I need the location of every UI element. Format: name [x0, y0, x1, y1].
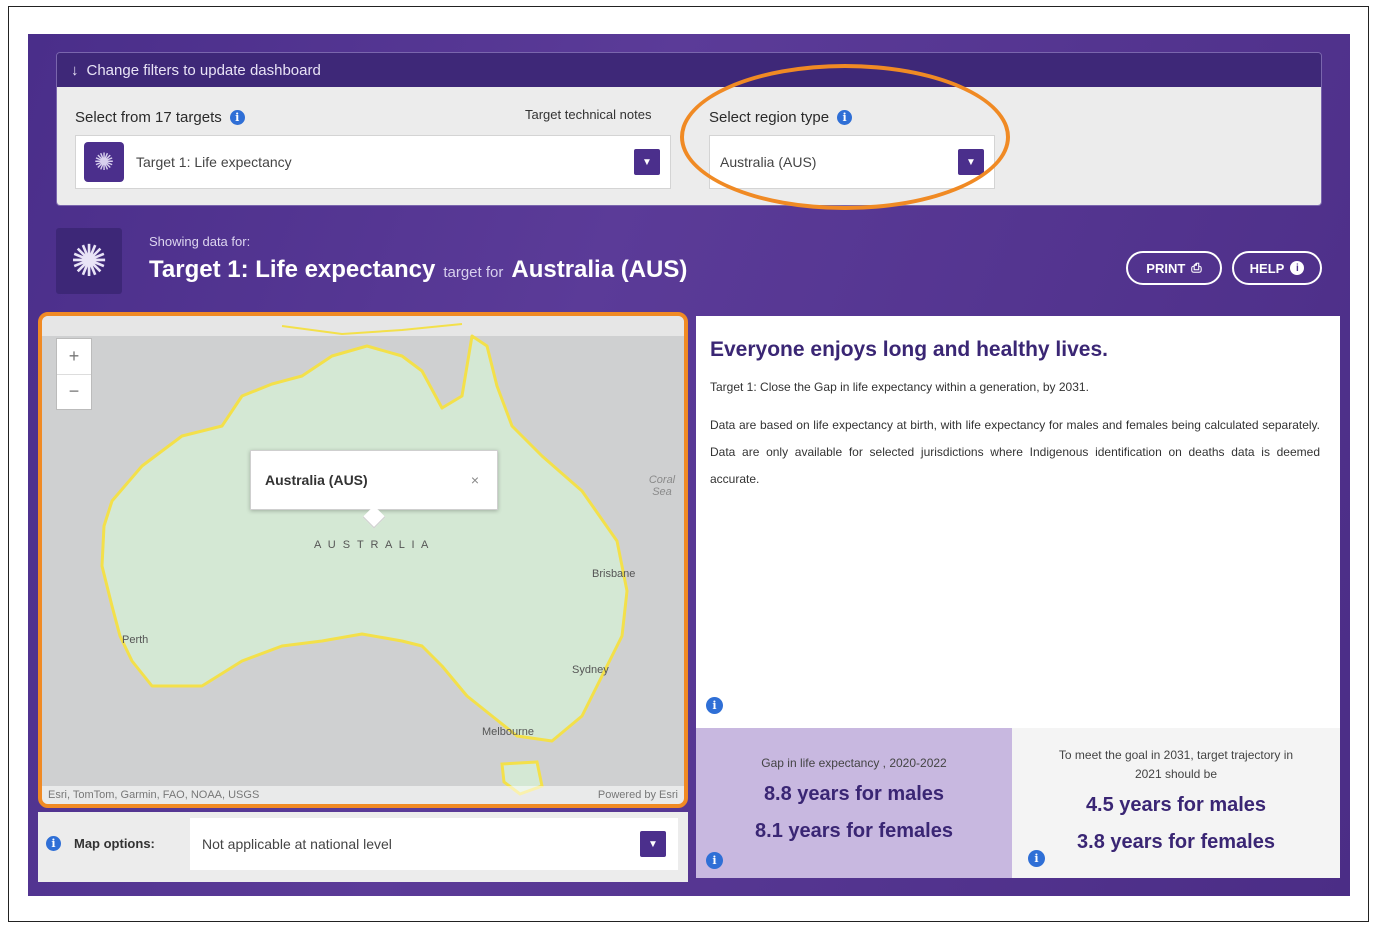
map-options-bar: i Map options: Not applicable at nationa… [38, 812, 688, 882]
info-icon[interactable]: i [706, 697, 723, 714]
title-target: Target 1: Life expectancy [149, 256, 436, 283]
printer-icon: ⎙ [1191, 260, 1202, 275]
description-panel: Everyone enjoys long and healthy lives. … [696, 316, 1340, 728]
map-options-label: Map options: [74, 836, 155, 851]
info-icon[interactable]: i [1028, 850, 1045, 867]
gap-stat-label: Gap in life expectancy , 2020-2022 [761, 756, 947, 770]
targets-label: Select from 17 targets i [75, 109, 245, 126]
help-button[interactable]: HELP i [1232, 251, 1322, 285]
australia-map [42, 316, 684, 796]
technical-notes-link[interactable]: Target technical notes [525, 107, 651, 122]
goal-stat-males: 4.5 years for males [1085, 794, 1267, 816]
map-attribution: Esri, TomTom, Garmin, FAO, NOAA, USGS Po… [42, 786, 684, 804]
map-popup: Australia (AUS) × [250, 450, 498, 510]
popup-title: Australia (AUS) [265, 472, 368, 488]
title-region: Australia (AUS) [511, 256, 688, 283]
city-label-melbourne: Melbourne [482, 726, 534, 738]
chevron-down-icon[interactable]: ▼ [634, 149, 660, 175]
target-select-value: Target 1: Life expectancy [136, 154, 292, 170]
zoom-control: + − [56, 338, 92, 410]
zoom-out-button[interactable]: − [57, 373, 91, 410]
description-target-text: Target 1: Close the Gap in life expectan… [710, 380, 1089, 394]
goal-stat-label: To meet the goal in 2031, target traject… [1058, 748, 1294, 781]
print-button[interactable]: PRINT ⎙ [1126, 251, 1222, 285]
city-label-perth: Perth [122, 634, 149, 646]
info-icon[interactable]: i [229, 110, 245, 125]
targets-label-text: Select from 17 targets [75, 109, 222, 126]
goal-stat-females: 3.8 years for females [1077, 831, 1275, 853]
showing-label: Showing data for: [149, 234, 251, 249]
gap-stat-card: Gap in life expectancy , 2020-2022 8.8 y… [696, 728, 1012, 878]
powered-by-text[interactable]: Powered by Esri [598, 789, 678, 801]
arrow-down-icon: ↓ [71, 61, 79, 79]
target-logo-icon: ✺ [56, 228, 122, 294]
info-icon[interactable]: i [706, 852, 723, 869]
attribution-text[interactable]: Esri, TomTom, Garmin, FAO, NOAA, USGS [48, 789, 259, 801]
goal-stat-card: To meet the goal in 2031, target traject… [1012, 728, 1340, 878]
city-label-brisbane: Brisbane [592, 568, 636, 580]
info-icon: i [1290, 261, 1305, 275]
page-title: Target 1: Life expectancy target for Aus… [149, 256, 687, 284]
close-icon[interactable]: × [471, 472, 479, 488]
gap-stat-females: 8.1 years for females [755, 820, 953, 842]
map-options-select[interactable]: Not applicable at national level ▼ [190, 818, 678, 870]
zoom-in-button[interactable]: + [57, 339, 91, 374]
print-label: PRINT [1146, 260, 1186, 276]
description-body: Data are based on life expectancy at bir… [710, 418, 1320, 486]
gap-stat-males: 8.8 years for males [763, 783, 945, 805]
filter-banner[interactable]: ↓ Change filters to update dashboard [57, 53, 1321, 87]
coral-sea-label: Coral Sea [648, 474, 676, 498]
target-select[interactable]: ✺ Target 1: Life expectancy ▼ [75, 135, 671, 189]
help-label: HELP [1249, 260, 1285, 276]
highlight-ring-annotation [680, 64, 1010, 210]
description-heading: Everyone enjoys long and healthy lives. [710, 338, 1108, 361]
filter-banner-text: Change filters to update dashboard [86, 61, 321, 79]
chevron-down-icon[interactable]: ▼ [640, 831, 666, 857]
info-icon[interactable]: i [46, 836, 61, 851]
country-label: A U S T R A L I A [314, 539, 431, 551]
map-options-value: Not applicable at national level [202, 836, 392, 852]
target-flower-icon: ✺ [84, 142, 124, 182]
map-view[interactable]: + − A U S T R A L I A Coral Sea Perth Br… [38, 312, 688, 808]
title-target-for: target for [443, 264, 504, 281]
city-label-sydney: Sydney [572, 664, 609, 676]
